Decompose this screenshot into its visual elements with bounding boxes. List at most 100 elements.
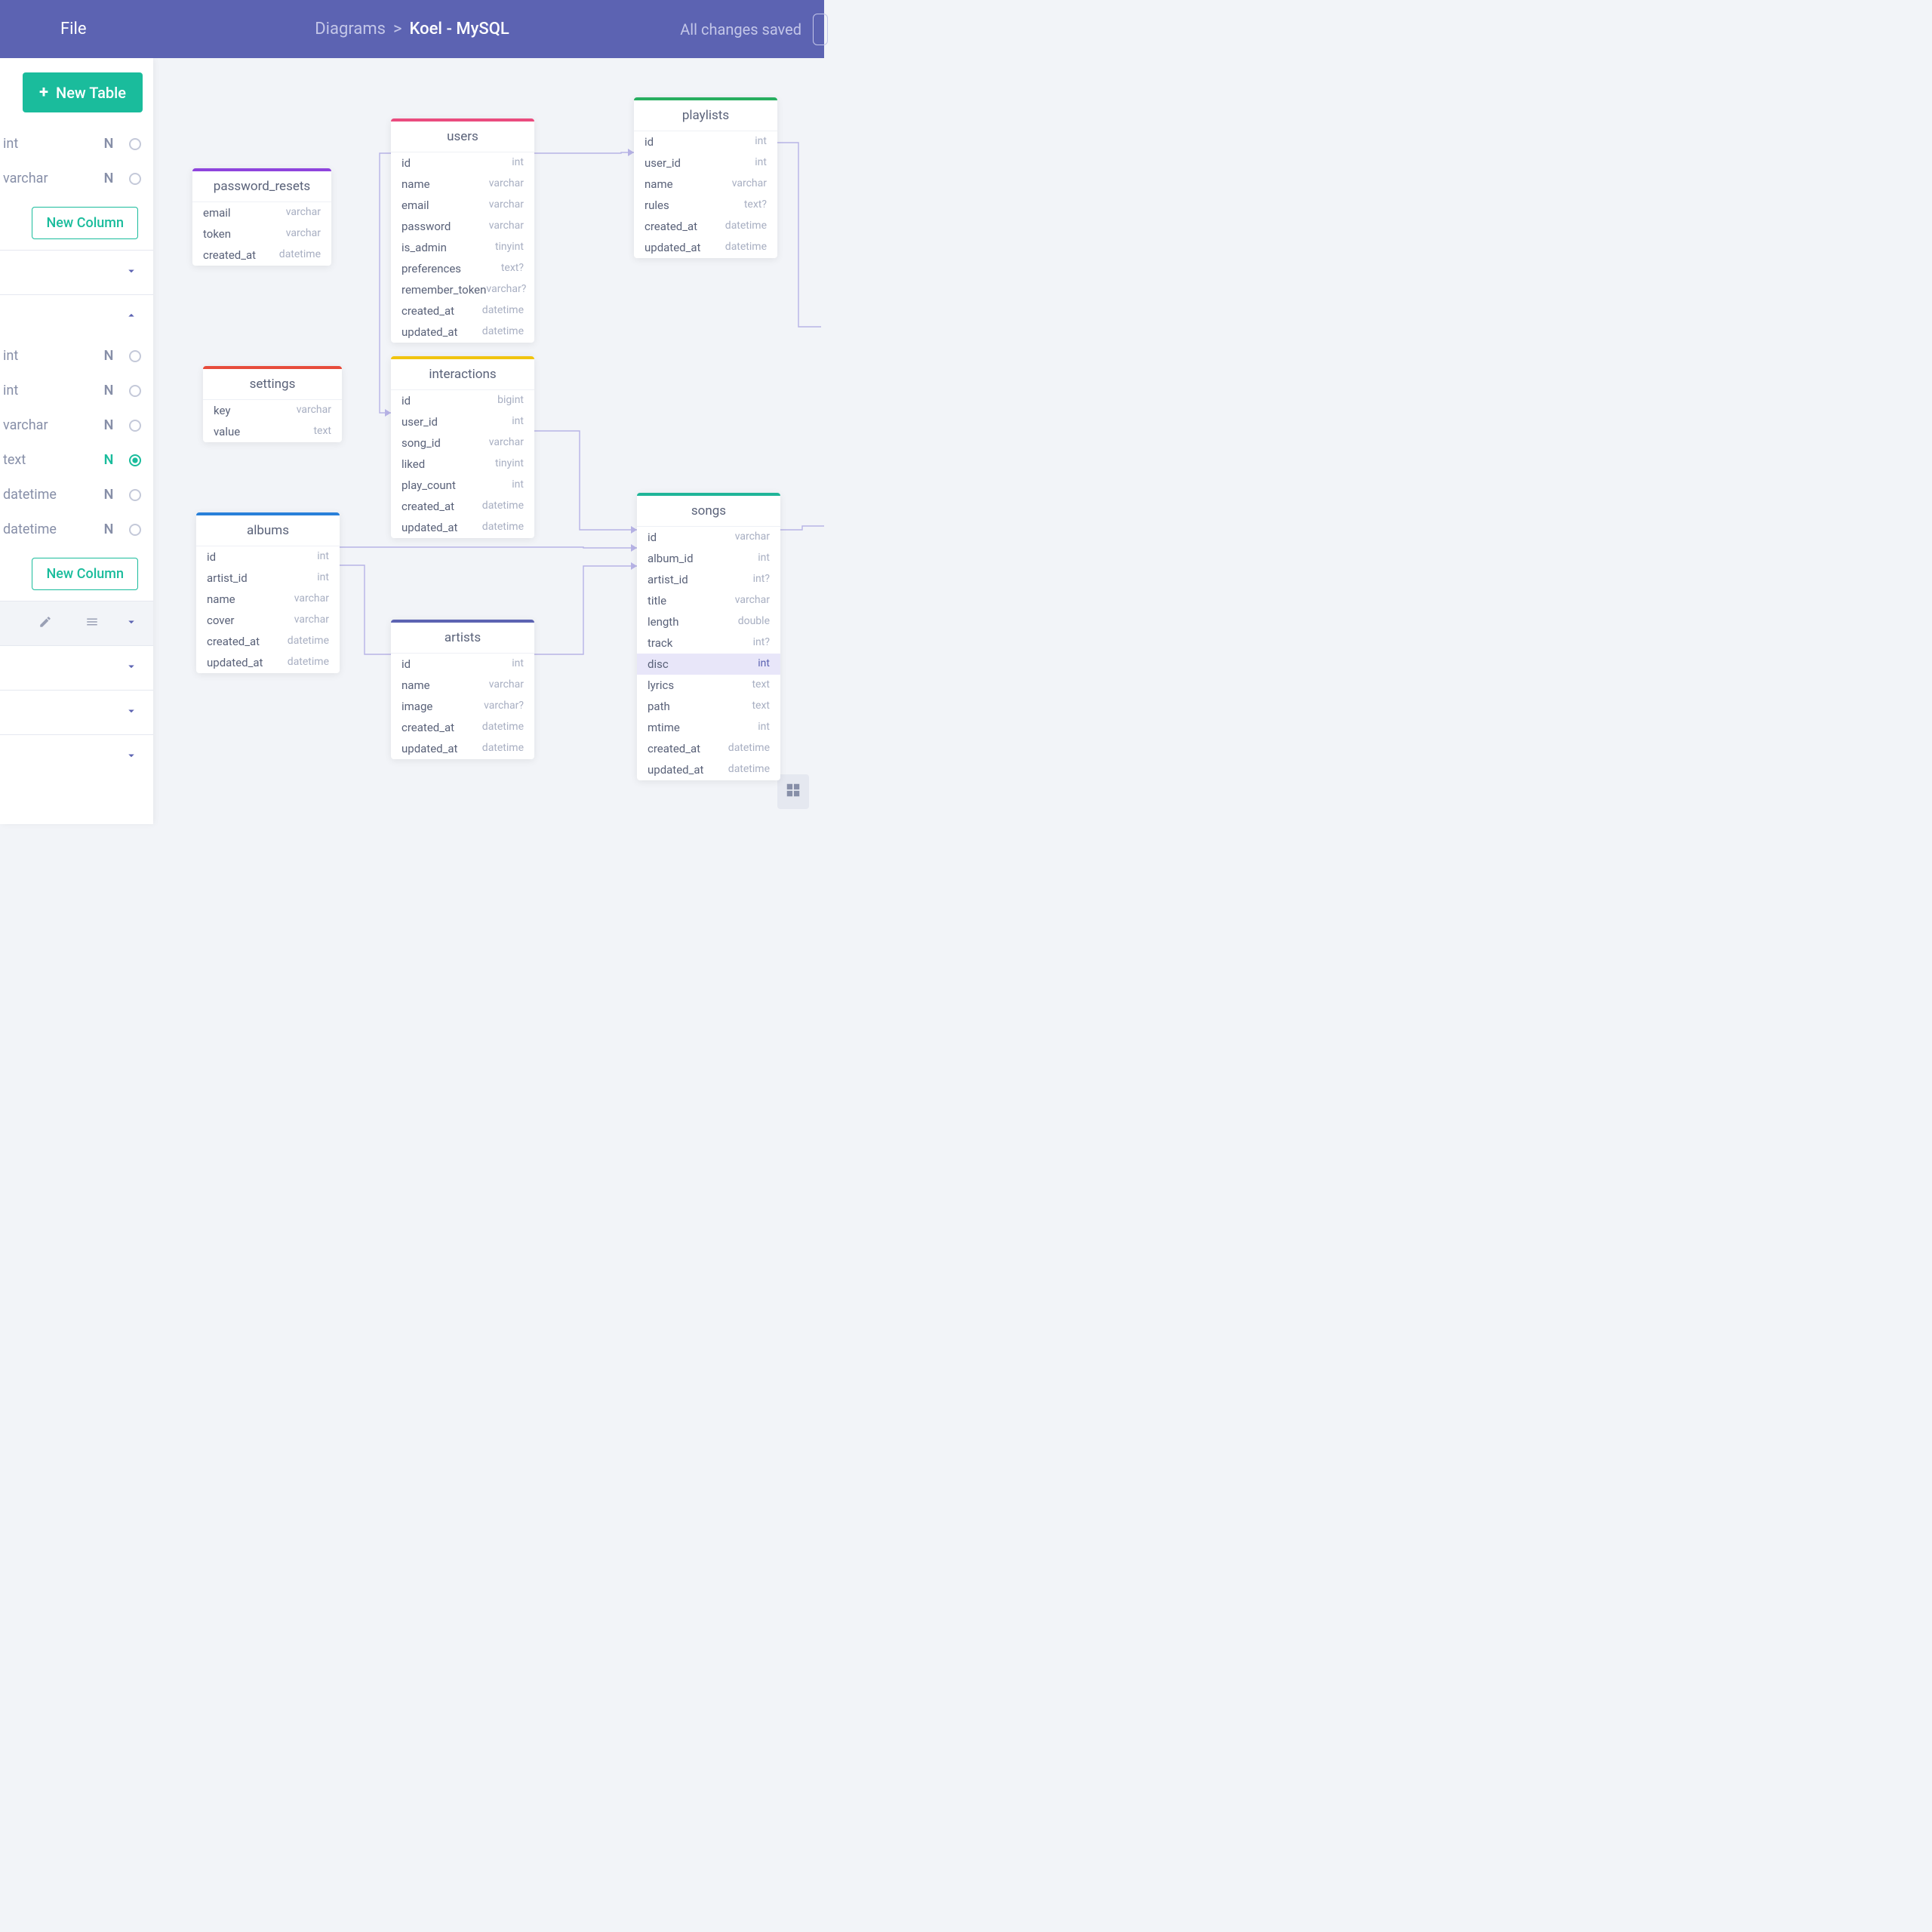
table-artists[interactable]: artistsidintnamevarcharimagevarchar?crea…: [391, 620, 534, 759]
nullable-flag[interactable]: N: [99, 348, 118, 364]
table-column-row[interactable]: emailvarchar: [391, 195, 534, 216]
radio-icon[interactable]: [129, 420, 141, 432]
radio-icon[interactable]: [129, 138, 141, 150]
column-type: text: [3, 452, 99, 468]
column-row[interactable]: intN: [0, 339, 153, 374]
table-column-row[interactable]: idint: [634, 131, 777, 152]
new-column-button[interactable]: New Column: [32, 207, 138, 239]
table-column-row[interactable]: song_idvarchar: [391, 432, 534, 454]
radio-icon[interactable]: [129, 454, 141, 466]
table-column-row[interactable]: titlevarchar: [637, 590, 780, 611]
table-column-row[interactable]: created_atdatetime: [391, 496, 534, 517]
table-column-row[interactable]: namevarchar: [391, 675, 534, 696]
column-type: text: [313, 425, 331, 438]
table-column-row[interactable]: idint: [196, 546, 340, 568]
table-column-row[interactable]: play_countint: [391, 475, 534, 496]
table-column-row[interactable]: updated_atdatetime: [196, 652, 340, 673]
table-column-row[interactable]: user_idint: [634, 152, 777, 174]
table-users[interactable]: usersidintnamevarcharemailvarcharpasswor…: [391, 118, 534, 343]
table-songs[interactable]: songsidvarcharalbum_idintartist_idint?ti…: [637, 493, 780, 780]
table-column-row[interactable]: trackint?: [637, 632, 780, 654]
table-column-row[interactable]: updated_atdatetime: [391, 321, 534, 343]
table-column-row[interactable]: keyvarchar: [203, 400, 342, 421]
search-box[interactable]: [813, 14, 828, 45]
table-column-row[interactable]: namevarchar: [391, 174, 534, 195]
table-column-row[interactable]: lyricstext: [637, 675, 780, 696]
column-row[interactable]: datetimeN: [0, 512, 153, 547]
radio-icon[interactable]: [129, 524, 141, 536]
radio-icon[interactable]: [129, 385, 141, 397]
table-column-row[interactable]: remember_tokenvarchar?: [391, 279, 534, 300]
file-menu[interactable]: File: [60, 20, 87, 38]
menu-icon[interactable]: [78, 615, 106, 632]
edit-icon[interactable]: [31, 615, 60, 632]
table-interactions[interactable]: interactionsidbigintuser_idintsong_idvar…: [391, 356, 534, 538]
table-column-row[interactable]: lengthdouble: [637, 611, 780, 632]
table-column-row[interactable]: idbigint: [391, 390, 534, 411]
new-table-button[interactable]: + New Table: [23, 72, 143, 112]
nullable-flag[interactable]: N: [99, 487, 118, 503]
table-column-row[interactable]: discint: [637, 654, 780, 675]
sidebar-section-toggle[interactable]: [0, 294, 153, 339]
radio-icon[interactable]: [129, 489, 141, 501]
table-column-row[interactable]: is_admintinyint: [391, 237, 534, 258]
sidebar-section-toggle[interactable]: [0, 690, 153, 734]
table-column-row[interactable]: passwordvarchar: [391, 216, 534, 237]
table-column-row[interactable]: preferencestext?: [391, 258, 534, 279]
table-column-row[interactable]: rulestext?: [634, 195, 777, 216]
table-column-row[interactable]: idint: [391, 654, 534, 675]
nullable-flag[interactable]: N: [99, 136, 118, 152]
column-row[interactable]: varcharN: [0, 408, 153, 443]
table-column-row[interactable]: updated_atdatetime: [391, 517, 534, 538]
sidebar-section-toggle[interactable]: [0, 250, 153, 294]
table-column-row[interactable]: created_atdatetime: [196, 631, 340, 652]
column-row[interactable]: intN: [0, 374, 153, 408]
sidebar-section-toggle[interactable]: [0, 734, 153, 779]
table-column-row[interactable]: mtimeint: [637, 717, 780, 738]
table-albums[interactable]: albumsidintartist_idintnamevarcharcoverv…: [196, 512, 340, 673]
table-column-row[interactable]: tokenvarchar: [192, 223, 331, 245]
nullable-flag[interactable]: N: [99, 171, 118, 186]
breadcrumb-root[interactable]: Diagrams: [315, 20, 386, 38]
column-row[interactable]: varcharN: [0, 162, 153, 196]
table-column-row[interactable]: namevarchar: [196, 589, 340, 610]
table-password_resets[interactable]: password_resetsemailvarchartokenvarcharc…: [192, 168, 331, 266]
column-type: int: [3, 136, 99, 152]
sidebar-section-toggle[interactable]: [0, 645, 153, 690]
table-column-row[interactable]: idint: [391, 152, 534, 174]
radio-icon[interactable]: [129, 350, 141, 362]
table-column-row[interactable]: pathtext: [637, 696, 780, 717]
new-column-button[interactable]: New Column: [32, 558, 138, 590]
diagram-canvas[interactable]: password_resetsemailvarchartokenvarcharc…: [153, 58, 824, 824]
nullable-flag[interactable]: N: [99, 521, 118, 537]
column-row[interactable]: intN: [0, 127, 153, 162]
table-column-row[interactable]: created_atdatetime: [634, 216, 777, 237]
column-row[interactable]: datetimeN: [0, 478, 153, 512]
table-column-row[interactable]: emailvarchar: [192, 202, 331, 223]
column-row[interactable]: textN: [0, 443, 153, 478]
table-column-row[interactable]: updated_atdatetime: [391, 738, 534, 759]
table-settings[interactable]: settingskeyvarcharvaluetext: [203, 366, 342, 442]
table-column-row[interactable]: updated_atdatetime: [634, 237, 777, 258]
table-column-row[interactable]: user_idint: [391, 411, 534, 432]
table-column-row[interactable]: imagevarchar?: [391, 696, 534, 717]
table-column-row[interactable]: created_atdatetime: [391, 300, 534, 321]
nullable-flag[interactable]: N: [99, 452, 118, 468]
table-column-row[interactable]: album_idint: [637, 548, 780, 569]
table-column-row[interactable]: created_atdatetime: [637, 738, 780, 759]
table-column-row[interactable]: artist_idint?: [637, 569, 780, 590]
table-column-row[interactable]: artist_idint: [196, 568, 340, 589]
nullable-flag[interactable]: N: [99, 417, 118, 433]
table-column-row[interactable]: created_atdatetime: [192, 245, 331, 266]
grid-view-button[interactable]: [777, 774, 809, 809]
table-column-row[interactable]: likedtinyint: [391, 454, 534, 475]
table-column-row[interactable]: created_atdatetime: [391, 717, 534, 738]
nullable-flag[interactable]: N: [99, 383, 118, 398]
table-column-row[interactable]: updated_atdatetime: [637, 759, 780, 780]
table-playlists[interactable]: playlistsidintuser_idintnamevarcharrules…: [634, 97, 777, 258]
table-column-row[interactable]: covervarchar: [196, 610, 340, 631]
table-column-row[interactable]: namevarchar: [634, 174, 777, 195]
table-column-row[interactable]: valuetext: [203, 421, 342, 442]
radio-icon[interactable]: [129, 173, 141, 185]
table-column-row[interactable]: idvarchar: [637, 527, 780, 548]
